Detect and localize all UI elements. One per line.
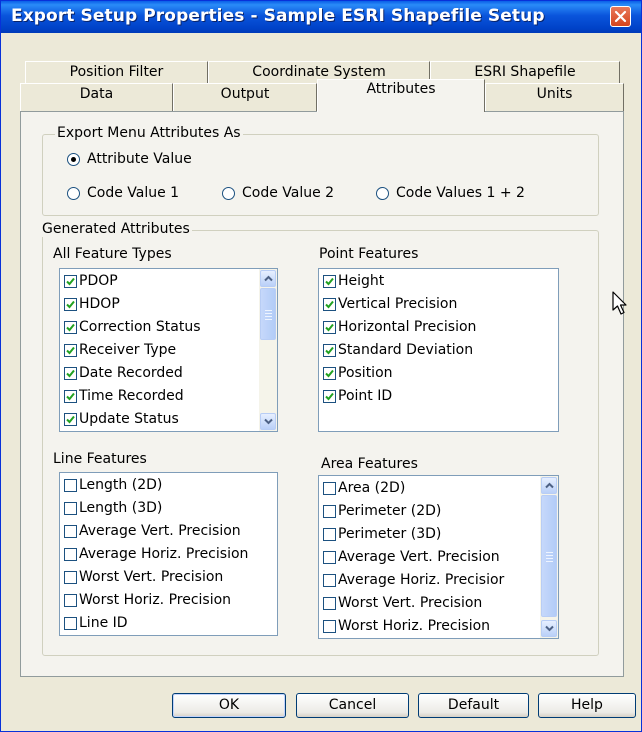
generated-attributes-group: Generated Attributes All Feature Types P… xyxy=(40,221,599,656)
checkbox-unchecked[interactable] xyxy=(64,525,77,538)
area-features-list[interactable]: Area (2D) Perimeter (2D) Perimeter (3D) … xyxy=(318,475,559,639)
checkmark-icon xyxy=(66,369,75,378)
checkmark-icon xyxy=(325,346,334,355)
arrow-down-icon xyxy=(264,418,273,425)
checkbox-checked[interactable] xyxy=(323,321,336,334)
checkbox-checked[interactable] xyxy=(64,390,77,403)
scroll-up-button[interactable] xyxy=(541,477,557,494)
ok-button[interactable]: OK xyxy=(172,693,286,718)
checkbox-unchecked[interactable] xyxy=(323,574,336,587)
arrow-down-icon xyxy=(545,625,554,632)
tab-units[interactable]: Units xyxy=(485,83,624,111)
tab-attributes[interactable]: Attributes xyxy=(317,79,485,112)
checkbox-unchecked[interactable] xyxy=(323,551,336,564)
checkmark-icon xyxy=(66,392,75,401)
checkmark-icon xyxy=(325,323,334,332)
tab-data[interactable]: Data xyxy=(20,83,173,111)
checkbox-unchecked[interactable] xyxy=(64,502,77,515)
checkbox-checked[interactable] xyxy=(323,367,336,380)
checkbox-unchecked[interactable] xyxy=(64,617,77,630)
checkmark-icon xyxy=(66,346,75,355)
tab-position-filter[interactable]: Position Filter xyxy=(25,61,208,83)
title-bar[interactable]: Export Setup Properties - Sample ESRI Sh… xyxy=(1,1,641,33)
dialog-window: Export Setup Properties - Sample ESRI Sh… xyxy=(0,0,642,732)
generated-attributes-legend: Generated Attributes xyxy=(40,221,192,237)
checkmark-icon xyxy=(66,323,75,332)
checkmark-icon xyxy=(325,300,334,309)
help-button[interactable]: Help xyxy=(538,693,636,718)
arrow-up-icon xyxy=(545,482,554,489)
checkbox-unchecked[interactable] xyxy=(323,505,336,518)
point-features-list[interactable]: Height Vertical Precision Horizontal Pre… xyxy=(318,268,559,432)
checkbox-unchecked[interactable] xyxy=(64,571,77,584)
scroll-thumb[interactable] xyxy=(541,495,557,617)
window-title: Export Setup Properties - Sample ESRI Sh… xyxy=(11,6,545,26)
close-button[interactable] xyxy=(610,6,631,27)
checkbox-checked[interactable] xyxy=(64,275,77,288)
point-features-label: Point Features xyxy=(319,246,419,262)
scroll-thumb[interactable] xyxy=(260,288,276,340)
checkbox-checked[interactable] xyxy=(323,344,336,357)
line-features-label: Line Features xyxy=(53,451,147,467)
export-menu-legend: Export Menu Attributes As xyxy=(55,125,243,141)
checkbox-checked[interactable] xyxy=(323,298,336,311)
all-feature-types-list[interactable]: PDOP HDOP Correction Status Receiver Typ… xyxy=(59,268,278,432)
cancel-button[interactable]: Cancel xyxy=(296,693,409,718)
checkbox-checked[interactable] xyxy=(64,367,77,380)
checkbox-checked[interactable] xyxy=(64,321,77,334)
default-button[interactable]: Default xyxy=(418,693,529,718)
tab-panel-attributes: Export Menu Attributes As Attribute Valu… xyxy=(20,111,624,677)
all-feature-types-label: All Feature Types xyxy=(53,246,172,262)
arrow-up-icon xyxy=(264,275,273,282)
area-features-scrollbar[interactable] xyxy=(540,476,558,638)
checkmark-icon xyxy=(66,415,75,424)
radio-selected-dot xyxy=(71,157,76,162)
checkbox-unchecked[interactable] xyxy=(64,479,77,492)
checkbox-checked[interactable] xyxy=(64,298,77,311)
close-icon xyxy=(614,10,627,23)
checkbox-unchecked[interactable] xyxy=(323,597,336,610)
area-features-label: Area Features xyxy=(321,456,418,472)
checkbox-unchecked[interactable] xyxy=(64,548,77,561)
checkbox-checked[interactable] xyxy=(64,413,77,426)
checkbox-unchecked[interactable] xyxy=(323,620,336,633)
tab-output[interactable]: Output xyxy=(173,83,317,111)
checkbox-unchecked[interactable] xyxy=(64,594,77,607)
checkbox-checked[interactable] xyxy=(323,275,336,288)
checkbox-checked[interactable] xyxy=(323,390,336,403)
checkmark-icon xyxy=(66,300,75,309)
line-features-list[interactable]: Length (2D) Length (3D) Average Vert. Pr… xyxy=(59,472,278,636)
export-menu-group: Export Menu Attributes As Attribute Valu… xyxy=(42,125,599,216)
scroll-up-button[interactable] xyxy=(260,270,276,287)
checkmark-icon xyxy=(325,369,334,378)
scroll-down-button[interactable] xyxy=(541,620,557,637)
checkmark-icon xyxy=(66,277,75,286)
checkbox-checked[interactable] xyxy=(64,344,77,357)
checkbox-unchecked[interactable] xyxy=(323,482,336,495)
checkmark-icon xyxy=(325,392,334,401)
checkmark-icon xyxy=(325,277,334,286)
all-feature-types-scrollbar[interactable] xyxy=(259,269,277,431)
checkbox-unchecked[interactable] xyxy=(323,528,336,541)
mouse-pointer-icon xyxy=(612,291,627,315)
scroll-down-button[interactable] xyxy=(260,413,276,430)
